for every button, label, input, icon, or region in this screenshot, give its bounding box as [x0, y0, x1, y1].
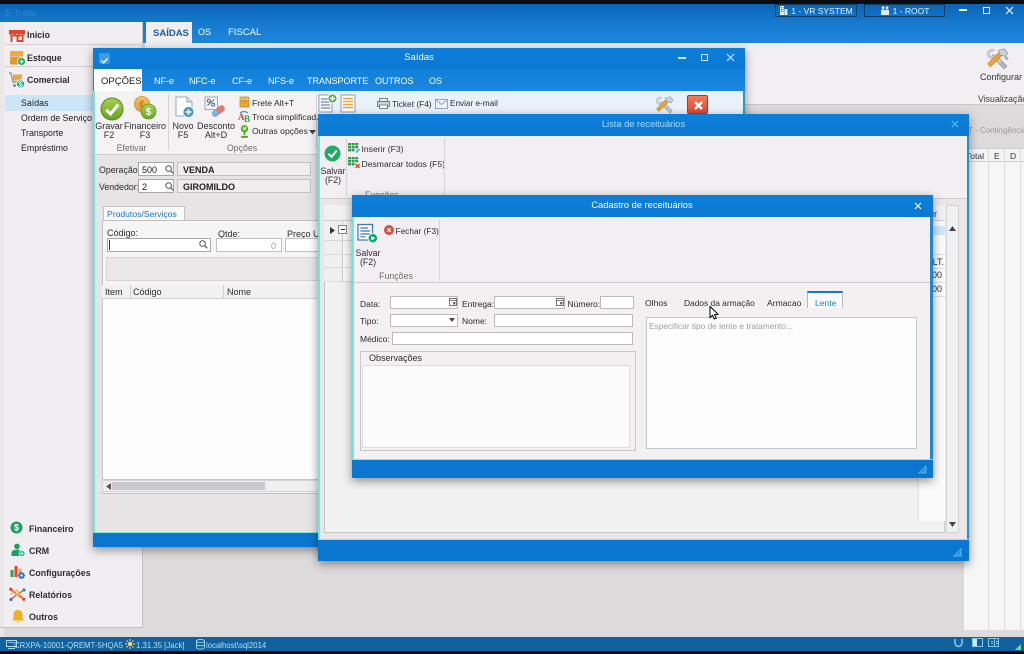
svg-text:$: $: [146, 107, 152, 118]
svg-text:B: B: [244, 114, 250, 122]
svg-text:$: $: [14, 523, 19, 533]
svg-text:$: $: [18, 80, 23, 89]
